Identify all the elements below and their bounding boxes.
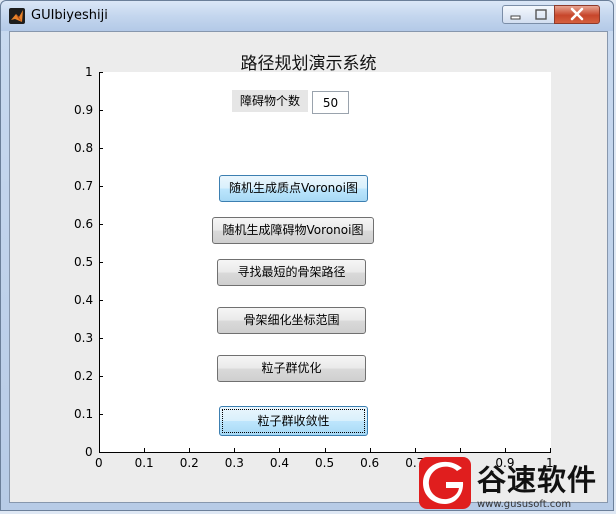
maximize-icon: [535, 9, 547, 20]
watermark: 谷速软件 www.gususoft.com: [419, 449, 616, 514]
x-tick-label: 0: [95, 456, 103, 470]
y-tick-mark: [99, 262, 103, 263]
maximize-button[interactable]: [528, 5, 555, 24]
obstacle-count-input[interactable]: [312, 91, 349, 114]
pso-optimize-button[interactable]: 粒子群优化: [217, 355, 366, 382]
title-bar[interactable]: GUIbiyeshiji: [1, 1, 613, 31]
y-tick-mark: [99, 186, 103, 187]
x-tick-label: 0.2: [179, 456, 199, 470]
page-title: 路径规划演示系统: [240, 54, 377, 74]
obstacle-voronoi-button[interactable]: 随机生成障碍物Voronoi图: [212, 217, 374, 244]
matlab-icon: [9, 8, 25, 24]
y-tick-mark: [99, 376, 103, 377]
shortest-path-button[interactable]: 寻找最短的骨架路径: [217, 259, 366, 286]
x-tick-mark: [324, 448, 326, 452]
y-tick-mark: [99, 338, 103, 339]
y-tick-mark: [99, 72, 103, 73]
x-tick-mark: [234, 448, 236, 452]
x-tick-label: 0.5: [315, 456, 335, 470]
y-tick-label: 0: [85, 445, 93, 459]
x-tick-mark: [414, 448, 416, 452]
y-tick-mark: [99, 300, 103, 301]
pso-convergence-button[interactable]: 粒子群收敛性: [219, 406, 368, 436]
x-tick-mark: [144, 448, 146, 452]
x-tick-label: 0.4: [269, 456, 289, 470]
random-voronoi-button[interactable]: 随机生成质点Voronoi图: [219, 175, 368, 202]
minimize-icon: [510, 15, 521, 20]
x-tick-mark: [189, 448, 191, 452]
y-tick-label: 0.7: [74, 179, 94, 193]
y-tick-label: 1: [85, 65, 93, 79]
y-tick-mark: [99, 148, 103, 149]
y-tick-label: 0.4: [74, 293, 94, 307]
y-tick-label: 0.3: [74, 331, 94, 345]
x-tick-mark: [369, 448, 371, 452]
gususoft-logo-icon: [419, 457, 471, 509]
x-tick-label: 0.1: [134, 456, 154, 470]
watermark-url: www.gususoft.com: [477, 499, 572, 510]
obstacle-count-label: 障碍物个数: [232, 90, 308, 112]
figure-canvas: 路径规划演示系统 0 0.1 0.2 0.3 0.4 0.5 0.6 0.7 0.8 0.9 1 0 0…: [9, 31, 608, 503]
window-title: GUIbiyeshiji: [31, 8, 108, 23]
refine-range-button[interactable]: 骨架细化坐标范围: [217, 307, 366, 334]
app-window: GUIbiyeshiji 路径规划演示系统 0 0.1 0.2 0.3 0.4 0.5 0.…: [0, 0, 614, 511]
close-button[interactable]: [554, 5, 600, 24]
y-tick-mark: [99, 224, 103, 225]
y-tick-label: 0.5: [74, 255, 94, 269]
x-tick-label: 0.6: [360, 456, 380, 470]
y-tick-mark: [99, 110, 103, 111]
minimize-button[interactable]: [502, 5, 529, 24]
x-tick-label: 0.3: [224, 456, 244, 470]
watermark-brand: 谷速软件: [477, 463, 598, 497]
y-tick-mark: [99, 414, 103, 415]
y-tick-label: 0.9: [74, 103, 94, 117]
y-tick-label: 0.6: [74, 217, 94, 231]
x-tick-mark: [279, 448, 281, 452]
y-tick-label: 0.1: [74, 407, 94, 421]
close-icon: [570, 7, 584, 21]
y-tick-label: 0.8: [74, 141, 94, 155]
y-tick-label: 0.2: [74, 369, 94, 383]
y-tick-mark: [99, 452, 103, 453]
